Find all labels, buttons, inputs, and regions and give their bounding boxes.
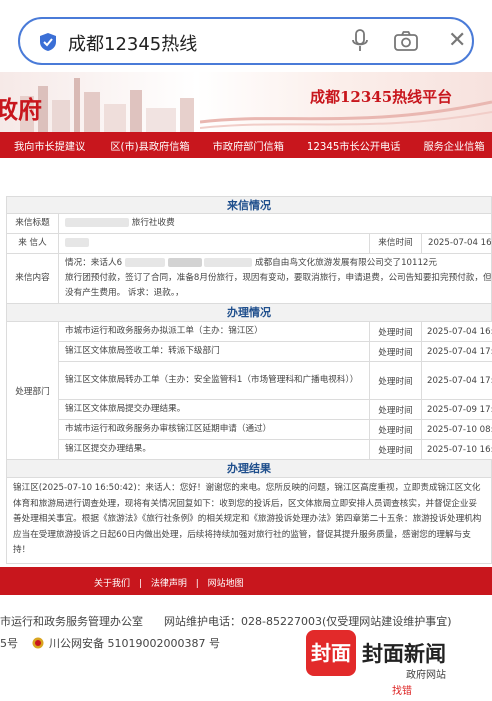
result-section-title: 办理结果 <box>6 460 492 478</box>
mic-icon[interactable] <box>350 29 370 53</box>
nav-item-district-mailbox[interactable]: 区(市)县政府信箱 <box>94 138 198 153</box>
content-line2: 旅行团预付款，签订了合同，准备8月份旅行，现因有变动，要取消旅行，申请退费，公司… <box>65 273 492 283</box>
redacted-block <box>167 258 202 267</box>
search-area: 成都12345热线 ✕ <box>0 0 492 72</box>
footer-police: 川公网安备 51019002000387 号 <box>49 637 220 650</box>
process-time-label: 处理时间 <box>370 420 422 439</box>
footer-icp: 5号 <box>0 637 18 650</box>
letter-time-value: 2025-07-04 16:3 <box>422 234 492 253</box>
main-nav: 我向市长提建议 区(市)县政府信箱 市政府部门信箱 12345市长公开电话 服务… <box>0 132 492 158</box>
footer-info-line1: 市运行和政务服务管理办公室 网站维护电话：028-85227003(仅受理网站建… <box>0 613 452 629</box>
title-label: 来信标题 <box>7 214 59 233</box>
process-rows: 市城市运行和政务服务办拟派工单（主办：锦江区） 处理时间 2025-07-04 … <box>59 322 492 460</box>
footer-maint: 网站维护电话：028-85227003(仅受理网站建设维护事宜) <box>164 615 452 628</box>
footer-divider: | <box>138 579 142 589</box>
sender-label: 来 信人 <box>7 234 59 253</box>
title-value: 旅行社收费 <box>131 218 175 228</box>
browser-page: 成都12345热线 ✕ 政府 成都12345热线平台 我向市长提建议 区(市)县… <box>0 0 492 701</box>
site-banner: 政府 成都12345热线平台 <box>0 72 492 132</box>
title-value-cell: 旅行社收费 <box>59 214 492 233</box>
watermark-sub: 政府网站 <box>406 670 446 681</box>
process-step: 锦江区文体旅局签收工单：转派下级部门 <box>59 342 370 361</box>
process-time: 2025-07-04 17:0 <box>427 346 492 357</box>
process-step: 锦江区提交办理结果。 <box>59 440 370 459</box>
content-value: 情况：来话人6 成都自由鸟文化旅游发展有限公司交了10112元 旅行团预付款，签… <box>59 254 492 303</box>
process-step: 市城市运行和政务服务办拟派工单（主办：锦江区） <box>59 322 370 341</box>
nav-item-mayor-suggestion[interactable]: 我向市长提建议 <box>0 138 94 153</box>
footer-link-sitemap[interactable]: 网站地图 <box>208 579 244 589</box>
process-row: 锦江区文体旅局签收工单：转派下级部门 处理时间 2025-07-04 17:0 <box>59 342 492 362</box>
footer-info-line2: 5号 川公网安备 51019002000387 号 <box>0 635 220 651</box>
process-time-label: 处理时间 <box>370 362 422 399</box>
process-time: 2025-07-04 17:0 <box>427 375 492 386</box>
search-bar[interactable]: 成都12345热线 ✕ <box>18 17 474 65</box>
cover-news-brand: 封面新闻 <box>362 642 446 666</box>
watermark-tag: 找错 <box>392 686 412 697</box>
process-row: 市城市运行和政务服务办拟派工单（主办：锦江区） 处理时间 2025-07-04 … <box>59 322 492 342</box>
letter-section-title: 来信情况 <box>6 196 492 214</box>
process-time: 2025-07-10 16:5 <box>427 444 492 455</box>
content-label: 来信内容 <box>7 254 59 303</box>
process-row: 市城市运行和政务服务办审核锦江区延期申请（通过） 处理时间 2025-07-10… <box>59 420 492 440</box>
nav-item-enterprise-mailbox[interactable]: 服务企业信箱 <box>409 138 492 153</box>
content-line3: 没有产生费用。 诉求：退款。， <box>65 288 184 298</box>
content-mid: 成都自由鸟文化旅游发展有限公司交了10112元 <box>254 258 437 268</box>
process-step: 锦江区文体旅局提交办理结果。 <box>59 400 370 419</box>
close-icon[interactable]: ✕ <box>448 29 466 53</box>
sender-value-cell <box>59 234 370 253</box>
process-table: 处理部门 市城市运行和政务服务办拟派工单（主办：锦江区） 处理时间 2025-0… <box>6 322 492 460</box>
footer-link-about[interactable]: 关于我们 <box>94 579 130 589</box>
nav-item-mayor-hotline[interactable]: 12345市长公开电话 <box>293 138 410 153</box>
redacted-block <box>65 218 129 227</box>
cover-news-logo: 封面 <box>306 630 356 676</box>
process-time-label: 处理时间 <box>370 400 422 419</box>
title-row: 来信标题 旅行社收费 <box>6 214 492 234</box>
footer-org: 市运行和政务服务管理办公室 <box>0 615 143 628</box>
redacted-block <box>124 258 165 267</box>
police-badge-icon <box>32 637 43 649</box>
banner-left-title: 政府 <box>0 95 42 124</box>
process-step: 锦江区文体旅局转办工单（主办：安全监管科1（市场管理科和广播电视科）） <box>59 362 370 399</box>
process-row: 锦江区提交办理结果。 处理时间 2025-07-10 16:5 <box>59 440 492 460</box>
camera-icon[interactable] <box>394 31 418 51</box>
process-time: 2025-07-09 17:0 <box>427 404 492 415</box>
process-row: 锦江区文体旅局提交办理结果。 处理时间 2025-07-09 17:0 <box>59 400 492 420</box>
redacted-block <box>204 258 253 267</box>
cover-news-watermark: 封面 封面新闻 政府网站 找错 <box>306 630 492 701</box>
letter-detail: 来信情况 来信标题 旅行社收费 来 信人 来信时间 2025-07-04 16:… <box>6 196 492 566</box>
nav-item-dept-mailbox[interactable]: 市政府部门信箱 <box>199 138 293 153</box>
process-time: 2025-07-04 16:3 <box>427 326 492 337</box>
banner-right-title: 成都12345热线平台 <box>310 88 453 106</box>
footer-link-legal[interactable]: 法律声明 <box>151 579 187 589</box>
process-step: 市城市运行和政务服务办审核锦江区延期申请（通过） <box>59 420 370 439</box>
process-time-label: 处理时间 <box>370 322 422 341</box>
letter-time-label: 来信时间 <box>370 234 422 253</box>
process-time-label: 处理时间 <box>370 440 422 459</box>
content-prefix: 情况：来话人6 <box>65 258 123 268</box>
process-row: 锦江区文体旅局转办工单（主办：安全监管科1（市场管理科和广播电视科）） 处理时间… <box>59 362 492 400</box>
sender-row: 来 信人 来信时间 2025-07-04 16:3 <box>6 234 492 254</box>
search-input[interactable]: 成都12345热线 <box>68 30 197 56</box>
process-time: 2025-07-10 08:5 <box>427 424 492 435</box>
result-text: 锦江区(2025-07-10 16:50:42)：来话人：您好！谢谢您的来电。您… <box>6 478 492 564</box>
process-time-label: 处理时间 <box>370 342 422 361</box>
content-row: 来信内容 情况：来话人6 成都自由鸟文化旅游发展有限公司交了10112元 旅行团… <box>6 254 492 304</box>
redacted-block <box>65 238 89 247</box>
footer-links: 关于我们 | 法律声明 | 网站地图 <box>0 576 492 589</box>
footer-divider: | <box>195 579 199 589</box>
shield-check-icon <box>40 33 56 51</box>
spacer <box>0 158 492 194</box>
process-dept-label: 处理部门 <box>7 322 59 460</box>
process-section-title: 办理情况 <box>6 304 492 322</box>
